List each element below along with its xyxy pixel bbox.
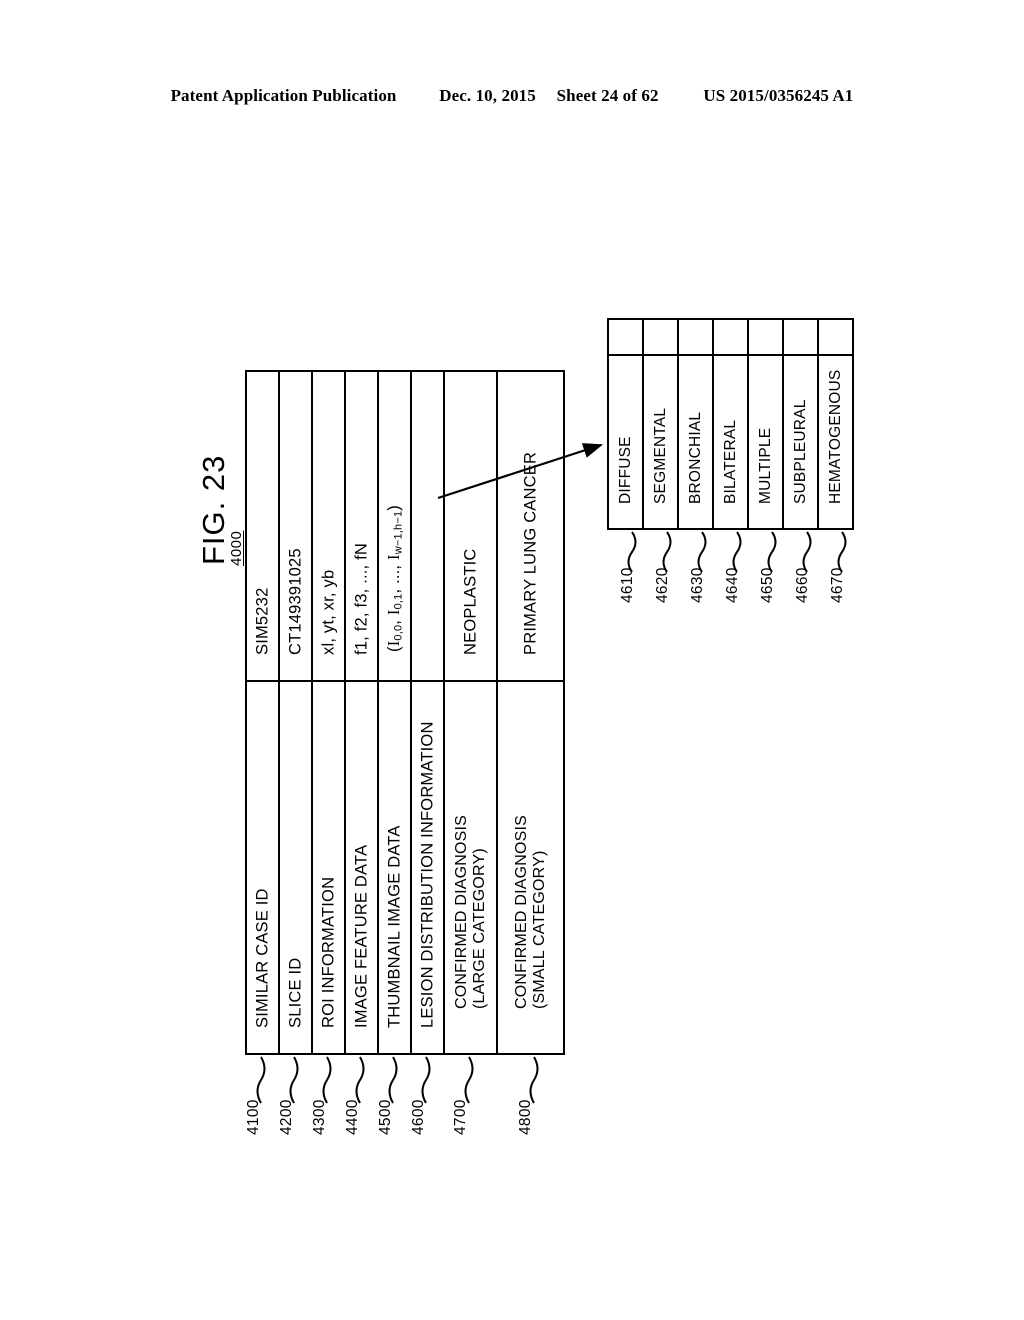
reference-number: 4800 (517, 1099, 534, 1135)
label-lesion-distribution-information: LESION DISTRIBUTION INFORMATION (417, 721, 436, 1028)
reference-number: 4400 (344, 1099, 361, 1135)
cell-label: SUBPLEURAL (784, 356, 817, 528)
reference-number: 4700 (452, 1099, 469, 1135)
table-row: 0 BRONCHIAL (679, 320, 714, 528)
table-row: 0 SEGMENTAL (644, 320, 679, 528)
reference-number: 4500 (377, 1099, 394, 1135)
label-bronchial: BRONCHIAL (686, 411, 704, 504)
label-line-1: CONFIRMED DIAGNOSIS (452, 815, 470, 1010)
cell-value: PRIMARY LUNG CANCER (498, 372, 563, 682)
cell-label: MULTIPLE (749, 356, 782, 528)
label-diffuse: DIFFUSE (616, 436, 634, 504)
cell-value (412, 372, 443, 682)
value-confirmed-diagnosis-large: NEOPLASTIC (460, 548, 479, 655)
label-line-2: (LARGE CATEGORY) (470, 848, 488, 1010)
cell-label: LESION DISTRIBUTION INFORMATION (412, 682, 443, 1053)
value-image-feature-data: f1, f2, f3, ..., fN (351, 542, 370, 655)
cell-label: HEMATOGENOUS (819, 356, 852, 528)
table-row: 1 DIFFUSE (609, 320, 644, 528)
table-row: CT149391025 SLICE ID (280, 372, 313, 1053)
value-thumbnail-image-data: (I0,0, I0,1, ..., Iw−1,h−1) (383, 504, 405, 652)
label-confirmed-diagnosis-small: CONFIRMED DIAGNOSIS (SMALL CATEGORY) (513, 815, 549, 1009)
table-row: (I0,0, I0,1, ..., Iw−1,h−1) THUMBNAIL IM… (379, 372, 412, 1053)
reference-number: 4670 (829, 567, 846, 603)
cell-value: xl, yt, xr, yb (313, 372, 344, 682)
reference-number: 4610 (619, 567, 636, 603)
cell-value: 1 (714, 320, 747, 356)
header-document-number: US 2015/0356245 A1 (703, 86, 854, 105)
cell-value: 0 (644, 320, 677, 356)
value-roi-information: xl, yt, xr, yb (318, 569, 337, 655)
reference-number: 4600 (410, 1099, 427, 1135)
value-similar-case-id: SIM5232 (252, 587, 271, 655)
reference-number: 4660 (794, 567, 811, 603)
cell-value: 0 (679, 320, 712, 356)
cell-label: BILATERAL (714, 356, 747, 528)
table-row: f1, f2, f3, ..., fN IMAGE FEATURE DATA (346, 372, 379, 1053)
table-row: xl, yt, xr, yb ROI INFORMATION (313, 372, 346, 1053)
label-segmental: SEGMENTAL (651, 407, 669, 504)
main-leader-squiggles (256, 1056, 539, 1104)
cell-label: SIMILAR CASE ID (247, 682, 278, 1053)
similar-case-record-table: SIM5232 SIMILAR CASE ID CT149391025 SLIC… (245, 370, 565, 1055)
cell-value: CT149391025 (280, 372, 311, 682)
header-sheet: Sheet 24 of 62 (556, 86, 659, 105)
value-confirmed-diagnosis-small: PRIMARY LUNG CANCER (520, 451, 539, 655)
label-thumbnail-image-data: THUMBNAIL IMAGE DATA (384, 825, 403, 1028)
reference-number: 4200 (278, 1099, 295, 1135)
label-hematogenous: HEMATOGENOUS (826, 369, 844, 504)
lesion-distribution-table: 1 DIFFUSE 0 SEGMENTAL 0 BRONCHIAL 1 BILA… (607, 318, 854, 530)
patent-header: Patent Application Publication Dec. 10, … (0, 86, 1024, 106)
reference-number: 4300 (311, 1099, 328, 1135)
figure-title: FIG. 23 (196, 454, 231, 565)
cell-value: 0 (784, 320, 817, 356)
cell-label: ROI INFORMATION (313, 682, 344, 1053)
header-date: Dec. 10, 2015 (439, 86, 536, 105)
cell-value: 1 (749, 320, 782, 356)
reference-number: 4100 (245, 1099, 262, 1135)
cell-value: (I0,0, I0,1, ..., Iw−1,h−1) (379, 372, 410, 682)
label-line-1: CONFIRMED DIAGNOSIS (512, 815, 530, 1010)
cell-label: BRONCHIAL (679, 356, 712, 528)
reference-number: 4650 (759, 567, 776, 603)
sub-leader-squiggles (627, 531, 847, 573)
label-bilateral: BILATERAL (721, 419, 739, 504)
reference-number: 4640 (724, 567, 741, 603)
label-multiple: MULTIPLE (756, 427, 774, 504)
table-row: 1 HEMATOGENOUS (819, 320, 852, 528)
cell-label: SEGMENTAL (644, 356, 677, 528)
cell-value: NEOPLASTIC (445, 372, 496, 682)
reference-number: 4630 (689, 567, 706, 603)
table-row: SIM5232 SIMILAR CASE ID (247, 372, 280, 1053)
cell-label: SLICE ID (280, 682, 311, 1053)
label-subpleural: SUBPLEURAL (791, 399, 809, 504)
value-slice-id: CT149391025 (285, 547, 304, 655)
cell-label: CONFIRMED DIAGNOSIS (LARGE CATEGORY) (445, 682, 496, 1053)
cell-label: IMAGE FEATURE DATA (346, 682, 377, 1053)
cell-label: THUMBNAIL IMAGE DATA (379, 682, 410, 1053)
table-row: 1 MULTIPLE (749, 320, 784, 528)
table-row: 0 SUBPLEURAL (784, 320, 819, 528)
table-row: LESION DISTRIBUTION INFORMATION (412, 372, 445, 1053)
cell-value: 1 (819, 320, 852, 356)
table-row: NEOPLASTIC CONFIRMED DIAGNOSIS (LARGE CAT… (445, 372, 498, 1053)
label-line-2: (SMALL CATEGORY) (530, 850, 548, 1010)
reference-number: 4620 (654, 567, 671, 603)
cell-value: SIM5232 (247, 372, 278, 682)
label-image-feature-data: IMAGE FEATURE DATA (351, 844, 370, 1028)
label-slice-id: SLICE ID (285, 957, 304, 1028)
table-row: 1 BILATERAL (714, 320, 749, 528)
cell-value: 1 (609, 320, 642, 356)
cell-label: DIFFUSE (609, 356, 642, 528)
cell-value: f1, f2, f3, ..., fN (346, 372, 377, 682)
cell-label: CONFIRMED DIAGNOSIS (SMALL CATEGORY) (498, 682, 563, 1053)
label-confirmed-diagnosis-large: CONFIRMED DIAGNOSIS (LARGE CATEGORY) (453, 815, 489, 1009)
header-publication: Patent Application Publication (170, 86, 397, 105)
table-row: PRIMARY LUNG CANCER CONFIRMED DIAGNOSIS(… (498, 372, 563, 1053)
figure-ref-number: 4000 (228, 530, 245, 566)
label-similar-case-id: SIMILAR CASE ID (252, 888, 271, 1028)
label-roi-information: ROI INFORMATION (318, 876, 337, 1028)
